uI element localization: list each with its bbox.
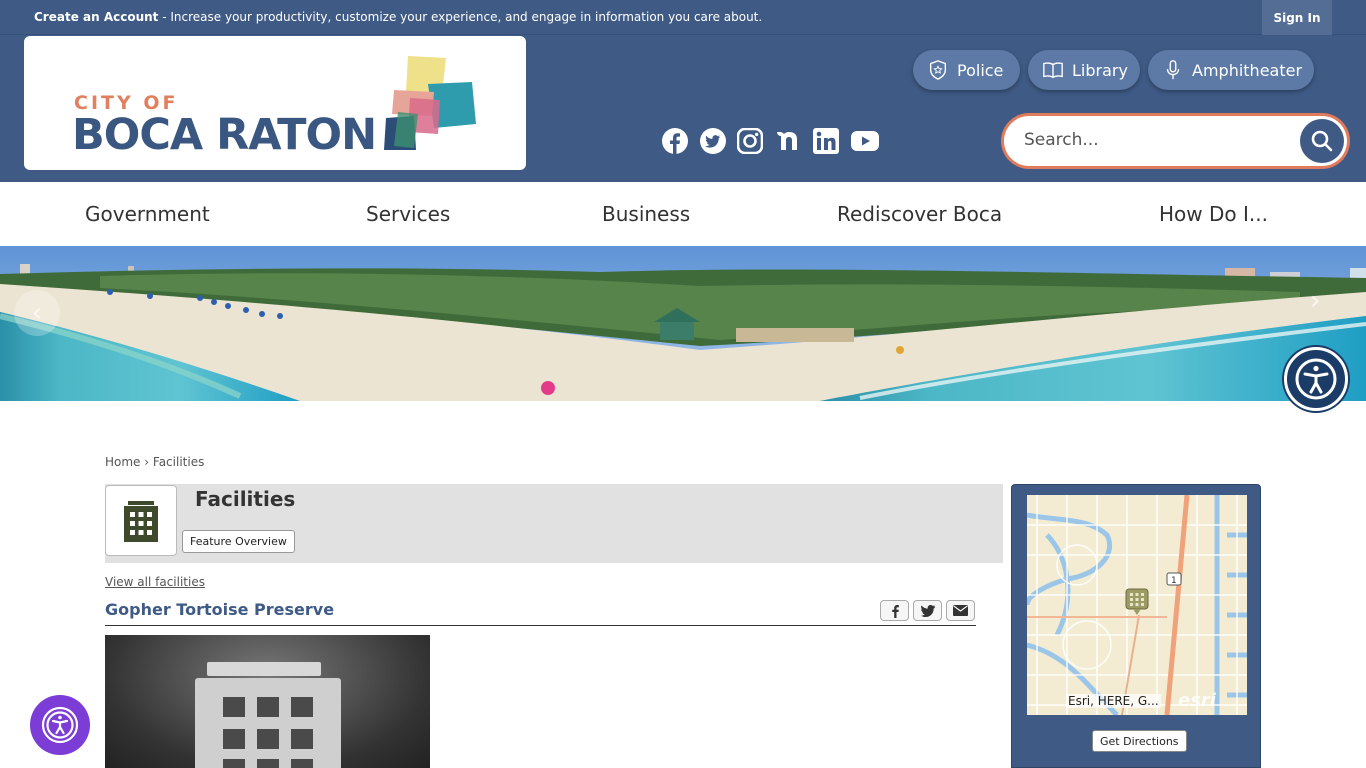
search-input[interactable] <box>1024 130 1284 150</box>
search-icon <box>1311 130 1333 152</box>
breadcrumb-current: Facilities <box>152 455 205 469</box>
map-route-label: 1 <box>1171 576 1177 586</box>
search-button[interactable] <box>1300 119 1344 163</box>
email-icon <box>953 605 968 616</box>
beach-panorama-image <box>0 246 1366 401</box>
nav-item-business[interactable]: Business <box>602 202 690 226</box>
book-icon <box>1043 62 1063 79</box>
microphone-icon <box>1166 60 1180 80</box>
accessibility-icon <box>41 706 79 744</box>
instagram-icon[interactable] <box>737 128 763 154</box>
breadcrumb-home-link[interactable]: Home <box>105 455 140 469</box>
title-divider <box>105 625 976 626</box>
amphitheater-link[interactable]: Amphitheater <box>1148 50 1314 90</box>
nextdoor-icon[interactable] <box>775 128 801 154</box>
share-email-button[interactable] <box>946 600 975 621</box>
hero-banner: ‹ › <box>0 246 1366 401</box>
get-directions-button[interactable]: Get Directions <box>1092 730 1187 752</box>
amphitheater-label: Amphitheater <box>1192 60 1303 80</box>
city-logo[interactable]: CITY OF BOCA RATON <box>24 36 526 170</box>
youtube-icon[interactable] <box>851 128 879 154</box>
facility-title: Gopher Tortoise Preserve <box>105 600 335 619</box>
search-inner <box>1004 116 1347 166</box>
nav-item-services[interactable]: Services <box>366 202 450 226</box>
create-account-description: - Increase your productivity, customize … <box>158 10 763 24</box>
facilities-module-icon-box <box>105 485 177 556</box>
page-title: Facilities <box>195 487 296 511</box>
create-account-banner[interactable]: Create an Account - Increase your produc… <box>34 10 762 24</box>
breadcrumb: Home › Facilities <box>105 455 204 469</box>
twitter-icon[interactable] <box>700 128 726 154</box>
location-map[interactable]: 1 <box>1027 495 1247 715</box>
sign-in-button[interactable]: Sign In <box>1262 0 1332 35</box>
accessibility-icon <box>1295 358 1337 400</box>
nav-item-how-do-i[interactable]: How Do I... <box>1159 202 1268 226</box>
esri-logo: esri <box>1178 690 1216 711</box>
facebook-icon <box>891 604 899 618</box>
create-account-link[interactable]: Create an Account <box>34 10 158 24</box>
top-bar: Create an Account - Increase your produc… <box>0 0 1366 35</box>
logo-mark-icon <box>384 56 476 150</box>
feature-overview-button[interactable]: Feature Overview <box>182 530 295 553</box>
police-label: Police <box>957 60 1004 80</box>
breadcrumb-separator: › <box>144 455 150 469</box>
share-twitter-button[interactable] <box>913 600 942 621</box>
search-box <box>1001 113 1350 169</box>
nav-item-government[interactable]: Government <box>85 202 210 226</box>
view-all-facilities-link[interactable]: View all facilities <box>105 575 205 589</box>
linkedin-icon[interactable] <box>813 128 839 154</box>
facebook-icon[interactable] <box>662 128 688 154</box>
library-link[interactable]: Library <box>1028 50 1140 90</box>
main-nav: Government Services Business Rediscover … <box>0 182 1366 246</box>
carousel-prev-button[interactable]: ‹ <box>14 290 60 336</box>
share-facebook-button[interactable] <box>880 600 909 621</box>
map-tile-image: 1 <box>1027 495 1247 715</box>
carousel-next-button[interactable]: › <box>1310 286 1320 316</box>
building-placeholder-icon <box>195 662 341 768</box>
nav-item-rediscover-boca[interactable]: Rediscover Boca <box>837 202 1002 226</box>
facility-placeholder-image <box>105 635 430 768</box>
library-label: Library <box>1072 60 1128 80</box>
twitter-icon <box>920 604 935 617</box>
police-link[interactable]: Police <box>913 50 1020 90</box>
logo-name-text: BOCA RATON <box>72 110 377 160</box>
accessibility-widget-button[interactable] <box>1284 347 1348 411</box>
page-accessibility-button[interactable] <box>30 695 90 755</box>
police-badge-icon <box>929 60 947 80</box>
map-attribution: Esri, HERE, G... <box>1066 694 1161 708</box>
building-icon <box>124 500 158 542</box>
